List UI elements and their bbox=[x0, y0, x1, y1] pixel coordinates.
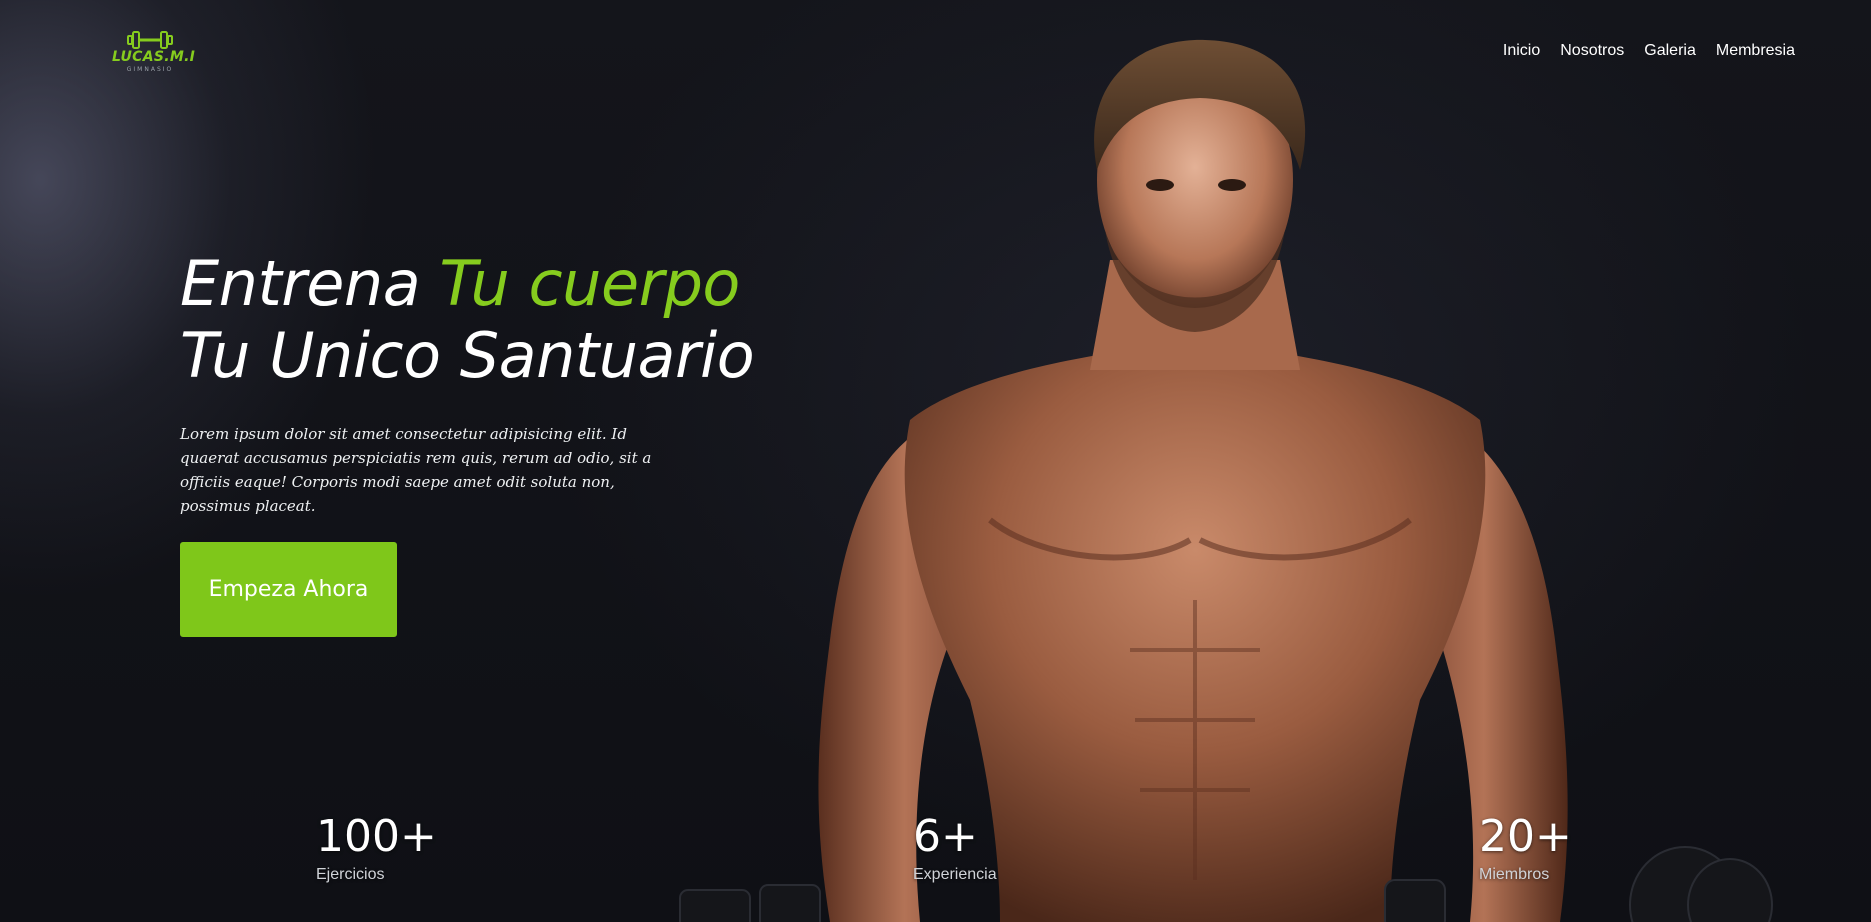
stat-label: Ejercicios bbox=[316, 866, 385, 883]
stat-experience: 6+ Experiencia bbox=[913, 812, 997, 884]
headline-accent: Tu cuerpo bbox=[439, 247, 740, 320]
start-now-button[interactable]: Empeza Ahora bbox=[180, 542, 397, 637]
headline-part-1: Entrena bbox=[180, 247, 440, 320]
brand-tagline: GIMNASIO bbox=[126, 66, 174, 73]
headline-line-2: Tu Unico Santuario bbox=[180, 319, 755, 392]
stat-value: 100+ bbox=[316, 811, 437, 862]
dumbbell-icon bbox=[127, 31, 173, 49]
stat-exercises: 100+ Ejercicios bbox=[316, 812, 437, 884]
stat-value: 6+ bbox=[913, 811, 978, 862]
hero-person-image bbox=[679, 39, 1773, 922]
stat-value: 20+ bbox=[1479, 811, 1572, 862]
stat-label: Experiencia bbox=[913, 866, 997, 883]
stat-label: Miembros bbox=[1479, 866, 1550, 883]
brand-logo[interactable]: LUCAS.M.I GIMNASIO bbox=[112, 30, 196, 74]
stat-members: 20+ Miembros bbox=[1479, 812, 1572, 884]
hero-lead-text: Lorem ipsum dolor sit amet consectetur a… bbox=[180, 425, 652, 515]
hero-headline: Entrena Tu cuerpo Tu Unico Santuario bbox=[180, 247, 755, 392]
brand-name: LUCAS.M.I bbox=[112, 49, 196, 65]
